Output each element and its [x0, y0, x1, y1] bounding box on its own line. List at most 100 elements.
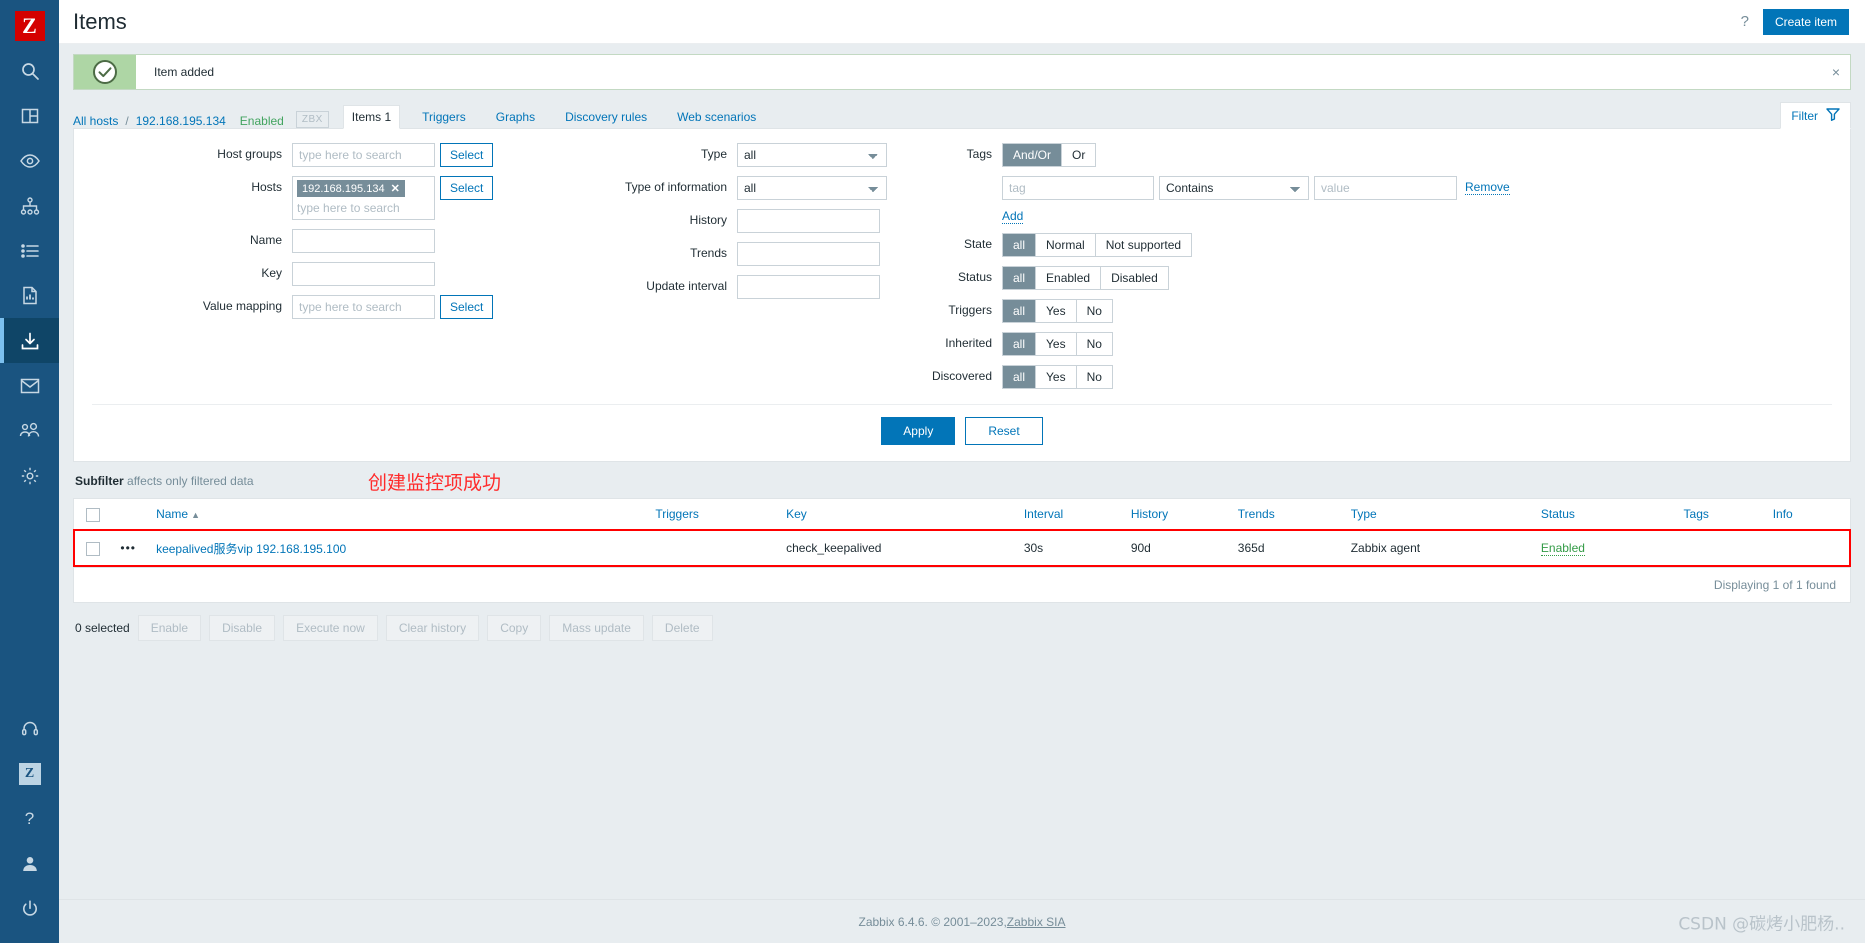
sidebar-item-monitoring[interactable]: [0, 138, 59, 183]
hosts-multiselect[interactable]: 192.168.195.134 ✕: [292, 176, 435, 220]
history-input[interactable]: [737, 209, 880, 233]
key-input[interactable]: [292, 262, 435, 286]
filter-row-update-interval: Update interval: [572, 275, 902, 299]
status-header[interactable]: Status: [1534, 499, 1678, 531]
status-badge[interactable]: Enabled: [1540, 541, 1585, 557]
subfilter-title: Subfilter: [75, 474, 124, 488]
disable-button[interactable]: Disable: [209, 614, 276, 641]
select-all-checkbox[interactable]: [86, 507, 100, 522]
sidebar-item-zabbix-badge[interactable]: Z: [0, 751, 59, 796]
inherited-option-yes[interactable]: Yes: [1036, 333, 1077, 355]
filter-row-type-of-information: Type of information all: [572, 176, 902, 200]
trends-input[interactable]: [737, 242, 880, 266]
row-actions-menu[interactable]: •••: [114, 530, 151, 567]
sidebar-item-signout[interactable]: [0, 886, 59, 931]
type-header[interactable]: Type: [1344, 499, 1535, 531]
breadcrumb-host[interactable]: 192.168.195.134: [136, 114, 226, 128]
state-option-all[interactable]: all: [1003, 234, 1037, 256]
status-option-enabled[interactable]: Enabled: [1036, 267, 1102, 289]
triggers-option-all[interactable]: all: [1003, 300, 1037, 322]
value-mapping-label: Value mapping: [202, 299, 282, 313]
tag-add-spacer: [902, 209, 1002, 213]
host-status-label[interactable]: Enabled: [240, 114, 284, 128]
delete-button[interactable]: Delete: [651, 614, 713, 641]
sidebar-item-support[interactable]: [0, 706, 59, 751]
triggers-option-yes[interactable]: Yes: [1036, 300, 1077, 322]
sidebar-item-help[interactable]: ?: [0, 796, 59, 841]
filter-tab[interactable]: Filter: [1780, 102, 1851, 129]
sidebar-item-services[interactable]: [0, 183, 59, 228]
interval-header[interactable]: Interval: [1017, 499, 1125, 531]
discovered-option-all[interactable]: all: [1003, 366, 1037, 388]
breadcrumb-all-hosts[interactable]: All hosts: [73, 114, 118, 128]
tab-discovery-rules[interactable]: Discovery rules: [557, 106, 655, 128]
name-input[interactable]: [292, 229, 435, 253]
zabbix-sia-link[interactable]: Zabbix SIA: [1007, 915, 1066, 929]
name-header[interactable]: Name ▲: [150, 499, 650, 531]
filter-row-inherited: Inherited all Yes No: [902, 332, 1832, 356]
tags-operator-or[interactable]: Or: [1062, 144, 1096, 166]
value-mapping-input[interactable]: [292, 295, 435, 319]
host-groups-input[interactable]: [292, 143, 435, 167]
sidebar-item-search[interactable]: [0, 48, 59, 93]
value-mapping-select-button[interactable]: Select: [440, 295, 494, 319]
clear-history-button[interactable]: Clear history: [385, 614, 480, 641]
discovered-option-yes[interactable]: Yes: [1036, 366, 1077, 388]
tab-triggers[interactable]: Triggers: [414, 106, 474, 128]
hosts-select-button[interactable]: Select: [440, 176, 494, 200]
sidebar-item-users[interactable]: [0, 408, 59, 453]
tag-remove-link[interactable]: Remove: [1465, 180, 1510, 195]
sidebar-item-administration[interactable]: [0, 453, 59, 498]
trends-header[interactable]: Trends: [1231, 499, 1345, 531]
history-header[interactable]: History: [1124, 499, 1232, 531]
key-header[interactable]: Key: [780, 499, 1018, 531]
tag-value-input[interactable]: [1314, 176, 1457, 200]
sidebar-item-alerts[interactable]: [0, 363, 59, 408]
watermark: CSDN @碳烤小肥杨..: [1678, 914, 1845, 934]
triggers-option-no[interactable]: No: [1076, 300, 1112, 322]
state-option-not-supported[interactable]: Not supported: [1095, 234, 1192, 256]
tag-add-link[interactable]: Add: [1002, 209, 1024, 224]
zabbix-badge-icon: Z: [18, 762, 41, 785]
hosts-search-input[interactable]: [297, 200, 430, 216]
sidebar-item-data-collection[interactable]: [0, 318, 59, 363]
tag-name-input[interactable]: [1002, 176, 1154, 200]
zabbix-logo[interactable]: Z: [0, 4, 59, 48]
status-option-all[interactable]: all: [1003, 267, 1037, 289]
breadcrumb: All hosts / 192.168.195.134 Enabled ZBX …: [73, 102, 1851, 129]
mass-update-button[interactable]: Mass update: [549, 614, 644, 641]
create-item-button[interactable]: Create item: [1762, 8, 1849, 35]
inherited-option-no[interactable]: No: [1076, 333, 1112, 355]
tab-graphs[interactable]: Graphs: [488, 106, 543, 128]
tags-operator-andor[interactable]: And/Or: [1003, 144, 1063, 166]
item-name-link[interactable]: keepalived服务vip 192.168.195.100: [156, 542, 346, 556]
triggers-header[interactable]: Triggers: [649, 499, 781, 531]
sidebar-item-user[interactable]: [0, 841, 59, 886]
tab-web-scenarios[interactable]: Web scenarios: [669, 106, 764, 128]
enable-button[interactable]: Enable: [137, 614, 202, 641]
status-option-disabled[interactable]: Disabled: [1101, 267, 1168, 289]
sidebar-item-reports[interactable]: [0, 273, 59, 318]
update-interval-input[interactable]: [737, 275, 880, 299]
close-icon[interactable]: ×: [1822, 55, 1850, 89]
apply-button[interactable]: Apply: [881, 417, 956, 445]
close-icon[interactable]: ✕: [391, 182, 400, 195]
sidebar-item-dashboards[interactable]: [0, 93, 59, 138]
inherited-option-all[interactable]: all: [1003, 333, 1037, 355]
type-of-information-select[interactable]: all: [737, 176, 887, 200]
discovered-option-no[interactable]: No: [1076, 366, 1112, 388]
execute-now-button[interactable]: Execute now: [283, 614, 378, 641]
state-option-normal[interactable]: Normal: [1036, 234, 1096, 256]
filter-row-value-mapping: Value mapping Select: [92, 295, 572, 319]
sidebar-item-inventory[interactable]: [0, 228, 59, 273]
host-groups-select-button[interactable]: Select: [440, 143, 494, 167]
row-checkbox[interactable]: [86, 541, 100, 556]
help-icon[interactable]: ?: [1741, 13, 1749, 30]
filter-column-left: Host groups Select Hosts 192.168.195.134…: [92, 143, 572, 398]
tab-items[interactable]: Items 1: [342, 105, 401, 129]
tag-operator-select[interactable]: Contains: [1159, 176, 1309, 200]
copy-button[interactable]: Copy: [487, 614, 542, 641]
reset-button[interactable]: Reset: [965, 417, 1043, 445]
type-select[interactable]: all: [737, 143, 887, 167]
status-group: all Enabled Disabled: [1002, 266, 1169, 290]
